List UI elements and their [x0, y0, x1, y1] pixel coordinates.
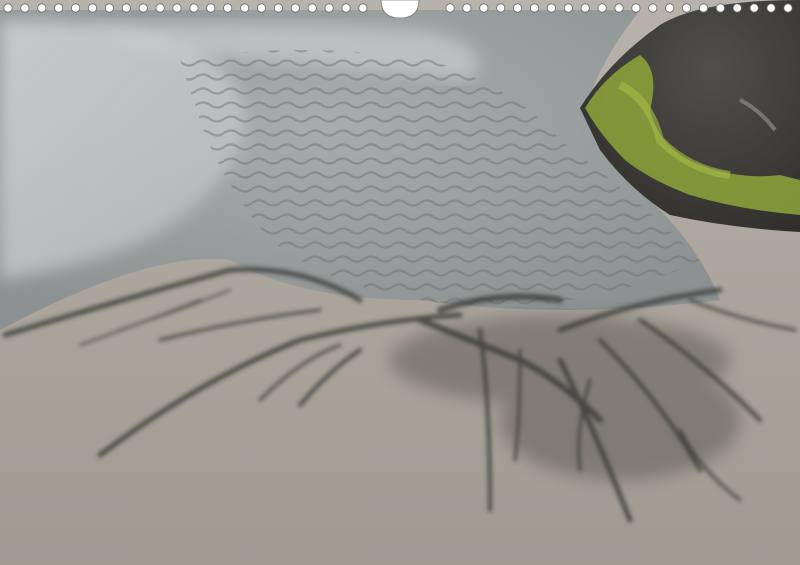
beach-photo	[0, 0, 800, 565]
